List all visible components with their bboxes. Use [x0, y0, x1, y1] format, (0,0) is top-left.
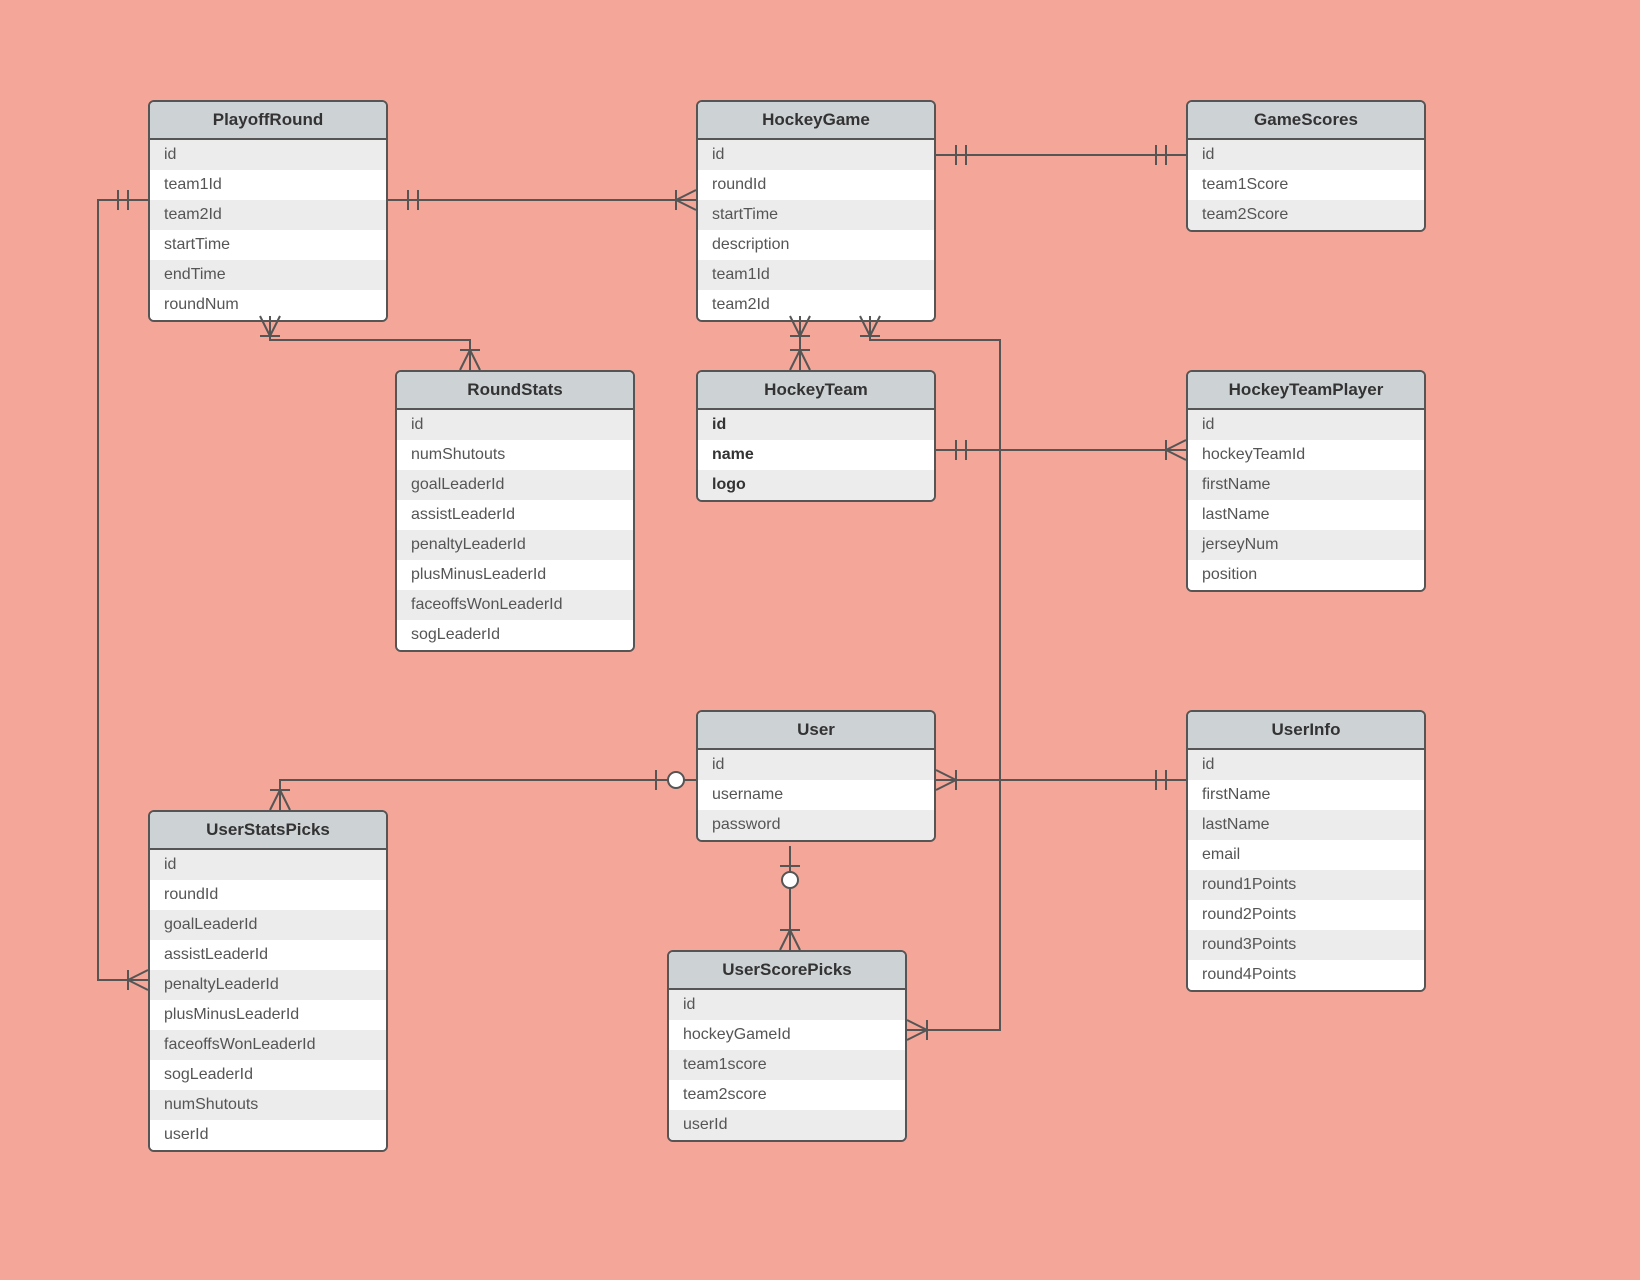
entity-field: userId: [150, 1120, 386, 1150]
entity-game-scores: GameScores idteam1Scoreteam2Score: [1186, 100, 1426, 232]
entity-field: id: [1188, 410, 1424, 440]
entity-field: id: [150, 850, 386, 880]
entity-rows: idteam1Idteam2IdstartTimeendTimeroundNum: [150, 140, 386, 320]
entity-field: id: [150, 140, 386, 170]
entity-field: roundId: [698, 170, 934, 200]
entity-field: plusMinusLeaderId: [397, 560, 633, 590]
entity-field: plusMinusLeaderId: [150, 1000, 386, 1030]
entity-field: id: [397, 410, 633, 440]
entity-field: round4Points: [1188, 960, 1424, 990]
entity-rows: idnumShutoutsgoalLeaderIdassistLeaderIdp…: [397, 410, 633, 650]
entity-hockey-team: HockeyTeam idnamelogo: [696, 370, 936, 502]
entity-field: password: [698, 810, 934, 840]
entity-field: assistLeaderId: [150, 940, 386, 970]
entity-field: hockeyGameId: [669, 1020, 905, 1050]
entity-field: faceoffsWonLeaderId: [397, 590, 633, 620]
entity-rows: idroundIdstartTimedescriptionteam1Idteam…: [698, 140, 934, 320]
entity-field: description: [698, 230, 934, 260]
entity-field: username: [698, 780, 934, 810]
entity-field: endTime: [150, 260, 386, 290]
entity-field: round3Points: [1188, 930, 1424, 960]
entity-field: round1Points: [1188, 870, 1424, 900]
entity-field: goalLeaderId: [150, 910, 386, 940]
entity-field: position: [1188, 560, 1424, 590]
entity-field: penaltyLeaderId: [397, 530, 633, 560]
entity-rows: idfirstNamelastNameemailround1Pointsroun…: [1188, 750, 1424, 990]
entity-field: sogLeaderId: [150, 1060, 386, 1090]
entity-field: jerseyNum: [1188, 530, 1424, 560]
entity-title: RoundStats: [397, 372, 633, 410]
entity-user-info: UserInfo idfirstNamelastNameemailround1P…: [1186, 710, 1426, 992]
entity-field: team1score: [669, 1050, 905, 1080]
entity-round-stats: RoundStats idnumShutoutsgoalLeaderIdassi…: [395, 370, 635, 652]
entity-field: team1Score: [1188, 170, 1424, 200]
entity-field: team2score: [669, 1080, 905, 1110]
entity-field: round2Points: [1188, 900, 1424, 930]
entity-field: numShutouts: [397, 440, 633, 470]
entity-field: name: [698, 440, 934, 470]
entity-hockey-game: HockeyGame idroundIdstartTimedescription…: [696, 100, 936, 322]
entity-title: HockeyTeamPlayer: [1188, 372, 1424, 410]
entity-field: sogLeaderId: [397, 620, 633, 650]
entity-field: firstName: [1188, 780, 1424, 810]
entity-field: id: [698, 410, 934, 440]
entity-field: roundNum: [150, 290, 386, 320]
entity-hockey-team-player: HockeyTeamPlayer idhockeyTeamIdfirstName…: [1186, 370, 1426, 592]
entity-field: startTime: [698, 200, 934, 230]
entity-field: penaltyLeaderId: [150, 970, 386, 1000]
entity-field: startTime: [150, 230, 386, 260]
entity-field: email: [1188, 840, 1424, 870]
entity-field: team2Score: [1188, 200, 1424, 230]
entity-rows: idnamelogo: [698, 410, 934, 500]
entity-rows: idusernamepassword: [698, 750, 934, 840]
entity-field: goalLeaderId: [397, 470, 633, 500]
entity-title: User: [698, 712, 934, 750]
entity-title: GameScores: [1188, 102, 1424, 140]
entity-user-score-picks: UserScorePicks idhockeyGameIdteam1scoret…: [667, 950, 907, 1142]
entity-rows: idhockeyTeamIdfirstNamelastNamejerseyNum…: [1188, 410, 1424, 590]
entity-title: UserStatsPicks: [150, 812, 386, 850]
entity-field: lastName: [1188, 500, 1424, 530]
entity-field: team1Id: [150, 170, 386, 200]
entity-field: assistLeaderId: [397, 500, 633, 530]
entity-field: hockeyTeamId: [1188, 440, 1424, 470]
entity-field: userId: [669, 1110, 905, 1140]
entity-field: id: [698, 140, 934, 170]
entity-field: id: [698, 750, 934, 780]
entity-title: PlayoffRound: [150, 102, 386, 140]
entity-playoff-round: PlayoffRound idteam1Idteam2IdstartTimeen…: [148, 100, 388, 322]
entity-field: logo: [698, 470, 934, 500]
entity-field: team2Id: [698, 290, 934, 320]
entity-field: id: [669, 990, 905, 1020]
entity-rows: idhockeyGameIdteam1scoreteam2scoreuserId: [669, 990, 905, 1140]
entity-user: User idusernamepassword: [696, 710, 936, 842]
entity-title: HockeyGame: [698, 102, 934, 140]
entity-title: HockeyTeam: [698, 372, 934, 410]
entity-field: roundId: [150, 880, 386, 910]
entity-field: faceoffsWonLeaderId: [150, 1030, 386, 1060]
entity-field: lastName: [1188, 810, 1424, 840]
entity-title: UserScorePicks: [669, 952, 905, 990]
entity-field: team1Id: [698, 260, 934, 290]
entity-field: id: [1188, 750, 1424, 780]
entity-field: team2Id: [150, 200, 386, 230]
entity-user-stats-picks: UserStatsPicks idroundIdgoalLeaderIdassi…: [148, 810, 388, 1152]
entity-rows: idroundIdgoalLeaderIdassistLeaderIdpenal…: [150, 850, 386, 1150]
entity-field: id: [1188, 140, 1424, 170]
entity-field: numShutouts: [150, 1090, 386, 1120]
entity-title: UserInfo: [1188, 712, 1424, 750]
entity-field: firstName: [1188, 470, 1424, 500]
entity-rows: idteam1Scoreteam2Score: [1188, 140, 1424, 230]
